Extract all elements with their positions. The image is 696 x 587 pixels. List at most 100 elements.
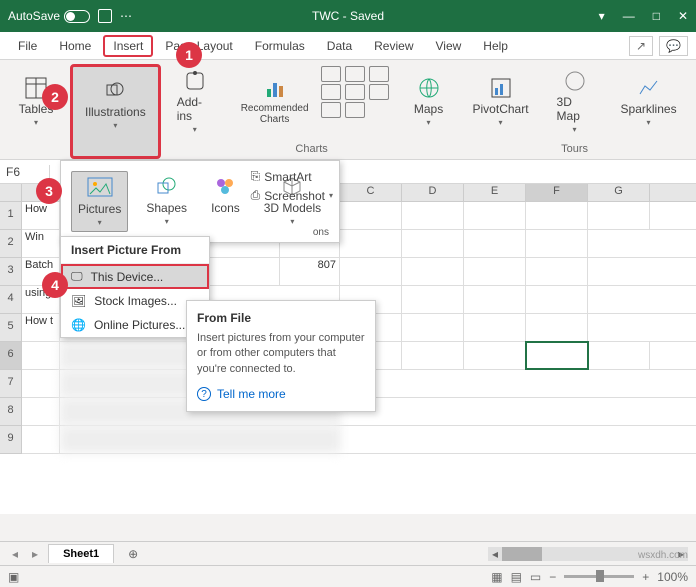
cell[interactable] bbox=[464, 314, 526, 341]
tab-help[interactable]: Help bbox=[473, 35, 518, 57]
row-header[interactable]: 6 bbox=[0, 342, 22, 370]
cell[interactable] bbox=[526, 314, 588, 341]
tell-me-more-link[interactable]: ? Tell me more bbox=[197, 387, 365, 401]
cell[interactable] bbox=[22, 426, 60, 453]
cell[interactable] bbox=[464, 286, 526, 313]
cell[interactable]: How t bbox=[22, 314, 60, 341]
recommended-charts-button[interactable]: Recommended Charts bbox=[235, 66, 315, 136]
col-header-g[interactable]: G bbox=[588, 184, 650, 201]
cell[interactable] bbox=[402, 202, 464, 229]
cell[interactable] bbox=[340, 258, 402, 285]
cell[interactable]: How bbox=[22, 202, 60, 229]
shapes-button[interactable]: Shapes ▾ bbox=[140, 171, 193, 232]
select-all-corner[interactable] bbox=[0, 184, 22, 201]
cell[interactable] bbox=[402, 286, 464, 313]
scroll-left-icon[interactable]: ◂ bbox=[488, 547, 502, 561]
window-dropdown-icon[interactable]: ▾ bbox=[599, 9, 605, 23]
3d-map-button[interactable]: 3D Map ▾ bbox=[551, 66, 599, 136]
maps-button[interactable]: Maps ▾ bbox=[405, 66, 453, 136]
row-header[interactable]: 2 bbox=[0, 230, 22, 258]
tab-formulas[interactable]: Formulas bbox=[245, 35, 315, 57]
cell[interactable] bbox=[402, 342, 464, 369]
chart-type-icon[interactable] bbox=[369, 66, 389, 82]
cell[interactable]: 807 bbox=[280, 258, 340, 285]
comments-icon[interactable]: 💬 bbox=[659, 36, 688, 56]
pivotchart-button[interactable]: PivotChart ▾ bbox=[467, 66, 535, 136]
cell[interactable] bbox=[526, 258, 588, 285]
save-icon[interactable] bbox=[98, 9, 112, 23]
cell[interactable] bbox=[402, 230, 464, 257]
chart-type-icon[interactable] bbox=[345, 102, 365, 118]
zoom-slider[interactable] bbox=[564, 575, 634, 578]
row-header[interactable]: 3 bbox=[0, 258, 22, 286]
addins-button[interactable]: Add-ins ▾ bbox=[171, 66, 219, 136]
tab-nav-prev-icon[interactable]: ◂ bbox=[8, 547, 22, 561]
smartart-button[interactable]: ⎘SmartArt bbox=[251, 167, 333, 186]
screenshot-button[interactable]: ⎙Screenshot ▾ bbox=[251, 186, 333, 205]
cell[interactable] bbox=[22, 398, 60, 425]
zoom-out-icon[interactable]: − bbox=[549, 570, 556, 584]
tab-nav-next-icon[interactable]: ▸ bbox=[28, 547, 42, 561]
minimize-icon[interactable]: — bbox=[623, 9, 635, 23]
cell[interactable] bbox=[588, 202, 650, 229]
chart-type-icon[interactable] bbox=[345, 66, 365, 82]
tab-file[interactable]: File bbox=[8, 35, 47, 57]
chart-type-icon[interactable] bbox=[369, 84, 389, 100]
toggle-icon[interactable] bbox=[64, 10, 90, 23]
share-icon[interactable]: ↗ bbox=[629, 36, 653, 56]
record-macro-icon[interactable]: ▣ bbox=[8, 570, 19, 584]
sheet-tab[interactable]: Sheet1 bbox=[48, 544, 114, 563]
maximize-icon[interactable]: □ bbox=[653, 9, 660, 23]
autosave-toggle[interactable]: AutoSave bbox=[8, 9, 90, 23]
cell-blurred[interactable] bbox=[60, 426, 340, 453]
tab-home[interactable]: Home bbox=[49, 35, 101, 57]
illustrations-button[interactable]: Illustrations ▾ bbox=[79, 69, 152, 139]
row-header[interactable]: 5 bbox=[0, 314, 22, 342]
cell[interactable] bbox=[526, 202, 588, 229]
cell[interactable] bbox=[464, 230, 526, 257]
cell[interactable] bbox=[526, 230, 588, 257]
cell[interactable]: Win bbox=[22, 230, 60, 257]
view-page-icon[interactable]: ▤ bbox=[511, 570, 522, 584]
this-device-item[interactable]: 🖵 This Device... bbox=[61, 264, 209, 289]
col-header-d[interactable]: D bbox=[402, 184, 464, 201]
cell[interactable] bbox=[340, 230, 402, 257]
cell[interactable] bbox=[588, 342, 650, 369]
name-box[interactable]: F6 bbox=[0, 165, 50, 179]
col-header-e[interactable]: E bbox=[464, 184, 526, 201]
chart-type-icon[interactable] bbox=[345, 84, 365, 100]
add-sheet-button[interactable]: ⊕ bbox=[120, 547, 146, 561]
row-header[interactable]: 7 bbox=[0, 370, 22, 398]
cell[interactable] bbox=[340, 202, 402, 229]
chart-type-icon[interactable] bbox=[321, 66, 341, 82]
tab-review[interactable]: Review bbox=[364, 35, 423, 57]
row-header[interactable]: 8 bbox=[0, 398, 22, 426]
qat-more-icon[interactable]: ⋯ bbox=[120, 9, 132, 23]
col-header-f[interactable]: F bbox=[526, 184, 588, 201]
chart-type-icon[interactable] bbox=[321, 84, 341, 100]
col-header-c[interactable]: C bbox=[340, 184, 402, 201]
cell[interactable] bbox=[464, 202, 526, 229]
tab-data[interactable]: Data bbox=[317, 35, 362, 57]
chart-type-icon[interactable] bbox=[321, 102, 341, 118]
selected-cell[interactable] bbox=[526, 342, 588, 369]
tab-insert[interactable]: Insert bbox=[103, 35, 153, 57]
zoom-in-icon[interactable]: + bbox=[642, 570, 649, 584]
cell[interactable] bbox=[526, 286, 588, 313]
row-header[interactable]: 1 bbox=[0, 202, 22, 230]
scroll-thumb[interactable] bbox=[502, 547, 542, 561]
row-header[interactable]: 9 bbox=[0, 426, 22, 454]
cell[interactable] bbox=[464, 258, 526, 285]
pictures-button[interactable]: Pictures ▾ bbox=[71, 171, 128, 232]
zoom-level[interactable]: 100% bbox=[657, 570, 688, 584]
cell[interactable] bbox=[22, 370, 60, 397]
view-break-icon[interactable]: ▭ bbox=[530, 570, 541, 584]
cell[interactable] bbox=[22, 342, 60, 369]
row-header[interactable]: 4 bbox=[0, 286, 22, 314]
tab-view[interactable]: View bbox=[426, 35, 472, 57]
cell[interactable] bbox=[402, 314, 464, 341]
close-icon[interactable]: ✕ bbox=[678, 9, 688, 23]
icons-button[interactable]: Icons bbox=[205, 171, 246, 232]
cell[interactable] bbox=[464, 342, 526, 369]
view-normal-icon[interactable]: ▦ bbox=[491, 570, 502, 584]
